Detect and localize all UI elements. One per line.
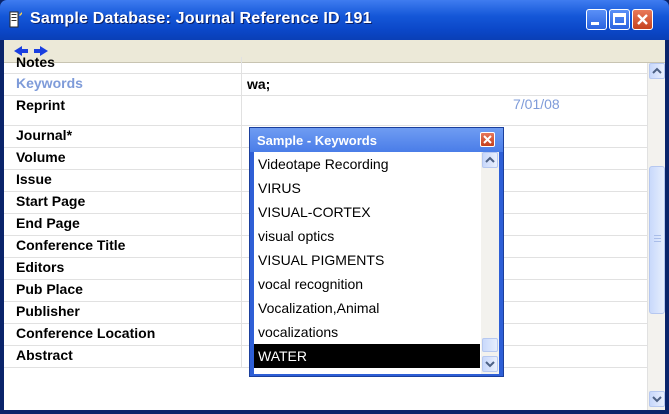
list-item[interactable]: vocal recognition xyxy=(254,272,480,296)
list-item[interactable]: Videotape Recording xyxy=(254,152,480,176)
popup-scrollbar[interactable] xyxy=(481,152,499,374)
field-label: Notes xyxy=(16,54,55,70)
close-icon xyxy=(483,135,492,144)
field-label: Volume xyxy=(16,149,66,165)
field-label: End Page xyxy=(16,215,80,231)
close-icon xyxy=(637,14,648,25)
scroll-up-button[interactable] xyxy=(649,63,665,79)
popup-close-button[interactable] xyxy=(480,132,495,147)
popup-title-bar[interactable]: Sample - Keywords xyxy=(250,128,503,152)
field-label: Conference Location xyxy=(16,325,156,341)
vertical-scrollbar[interactable] xyxy=(647,63,665,410)
field-label: Issue xyxy=(16,171,52,187)
popup-scroll-thumb[interactable] xyxy=(482,338,498,352)
scroll-down-button[interactable] xyxy=(649,391,665,407)
list-item-selected[interactable]: WATER xyxy=(254,344,480,368)
chevron-up-icon xyxy=(652,67,662,74)
field-row-reprint[interactable]: Reprint 7/01/08 xyxy=(4,96,647,126)
field-label: Pub Place xyxy=(16,281,83,297)
popup-title: Sample - Keywords xyxy=(257,133,377,148)
field-label: Journal* xyxy=(16,127,73,143)
keywords-value[interactable]: wa; xyxy=(247,76,270,92)
field-row-notes[interactable]: Notes xyxy=(4,54,647,74)
maximize-button[interactable] xyxy=(609,9,630,30)
keywords-list: Videotape Recording VIRUS VISUAL-CORTEX … xyxy=(254,152,499,374)
field-label: Abstract xyxy=(16,347,73,363)
field-label: Conference Title xyxy=(16,237,126,253)
field-label: Start Page xyxy=(16,193,86,209)
scroll-thumb[interactable] xyxy=(649,166,665,314)
field-label: Reprint xyxy=(16,97,65,113)
chevron-down-icon xyxy=(485,361,495,368)
popup-scroll-down-button[interactable] xyxy=(482,356,498,372)
chevron-up-icon xyxy=(485,156,495,163)
list-item[interactable]: visual optics xyxy=(254,224,480,248)
document-icon xyxy=(9,11,22,28)
list-item[interactable]: VISUAL PIGMENTS xyxy=(254,248,480,272)
list-item[interactable]: Vocalization,Animal xyxy=(254,296,480,320)
minimize-icon xyxy=(591,22,599,25)
app-window: Sample Database: Journal Reference ID 19… xyxy=(0,0,669,414)
field-label: Keywords xyxy=(16,75,83,91)
field-label: Publisher xyxy=(16,303,80,319)
list-item[interactable]: VISUAL-CORTEX xyxy=(254,200,480,224)
window-title: Sample Database: Journal Reference ID 19… xyxy=(30,10,372,27)
chevron-down-icon xyxy=(652,396,662,403)
popup-scroll-up-button[interactable] xyxy=(482,152,498,168)
close-button[interactable] xyxy=(632,9,653,30)
list-item[interactable]: vocalizations xyxy=(254,320,480,344)
field-row-keywords[interactable]: Keywords wa; xyxy=(4,74,647,96)
title-bar[interactable]: Sample Database: Journal Reference ID 19… xyxy=(0,0,669,40)
reprint-date: 7/01/08 xyxy=(513,96,560,112)
list-item[interactable]: VIRUS xyxy=(254,176,480,200)
minimize-button[interactable] xyxy=(586,9,607,30)
keywords-popup: Sample - Keywords Videotape Recording VI… xyxy=(249,127,504,377)
maximize-icon xyxy=(613,13,626,25)
field-label: Editors xyxy=(16,259,65,275)
